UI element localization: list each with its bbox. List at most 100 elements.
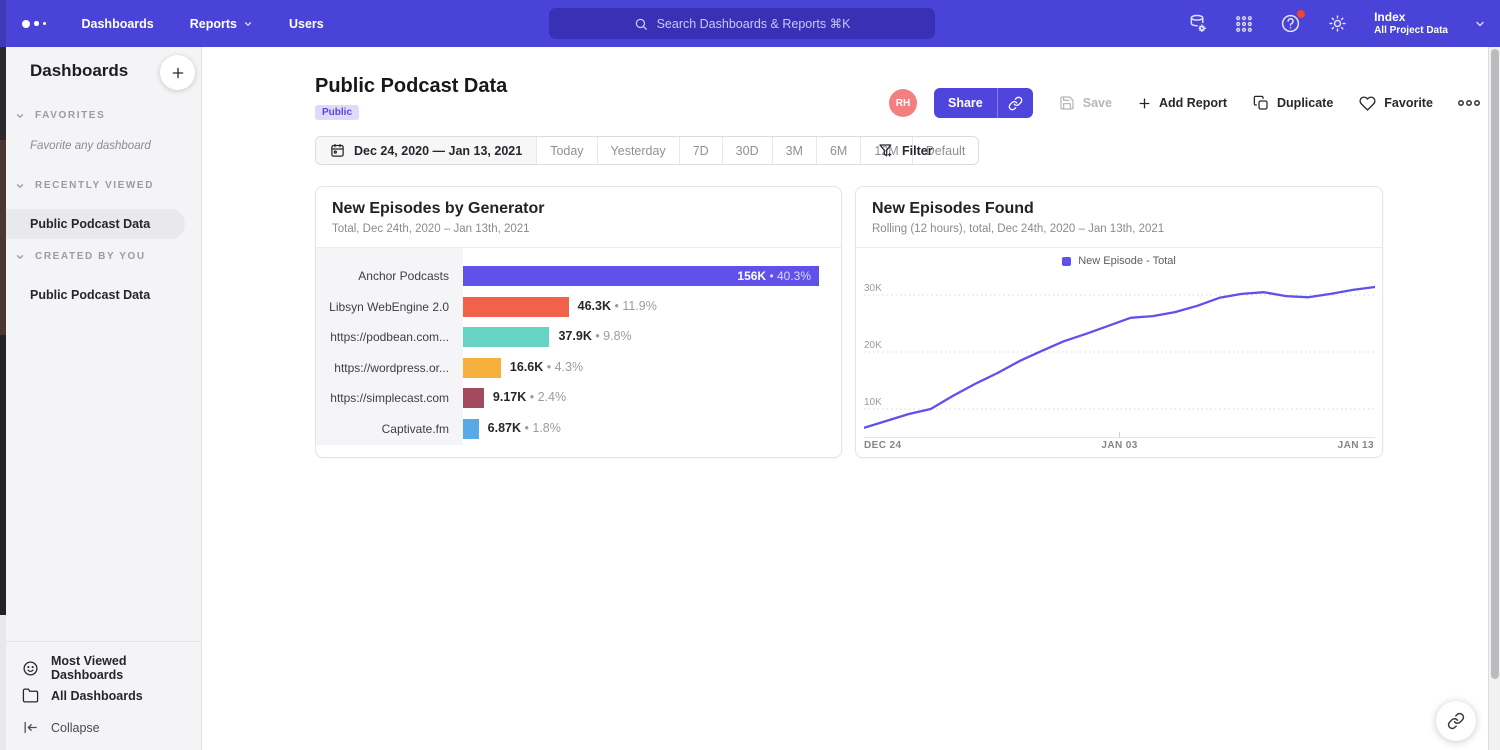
search-input[interactable]: Search Dashboards & Reports ⌘K (549, 8, 935, 39)
nav-item-users[interactable]: Users (289, 17, 324, 31)
bar-value-label: 37.9K • 9.8% (558, 329, 631, 343)
collapse-left-icon (22, 719, 39, 736)
legend-label: New Episode - Total (1078, 255, 1176, 267)
bar-fill[interactable] (463, 388, 484, 408)
bar-category-label: https://wordpress.or... (316, 361, 463, 375)
line-series[interactable] (864, 287, 1375, 428)
bar-row: https://wordpress.or... 16.6K • 4.3% (316, 353, 819, 384)
bar-track: 9.17K • 2.4% (463, 388, 819, 408)
preset-yesterday[interactable]: Yesterday (598, 137, 680, 164)
bar-fill[interactable] (463, 327, 549, 347)
bar-chart-header: New Episodes by Generator Total, Dec 24t… (316, 187, 841, 248)
line-chart-body: New Episode - Total 10K 20K 30K DEC 24 JAN… (856, 248, 1382, 457)
help-icon[interactable] (1280, 13, 1301, 34)
preset-7d[interactable]: 7D (680, 137, 723, 164)
floating-share-link-button[interactable] (1436, 701, 1476, 741)
bar-fill[interactable] (463, 358, 501, 378)
line-chart-card: New Episodes Found Rolling (12 hours), t… (855, 186, 1383, 458)
bar-fill[interactable] (463, 297, 569, 317)
bar-row: Libsyn WebEngine 2.046.3K • 11.9% (316, 292, 819, 323)
bar-track: 37.9K • 9.8% (463, 327, 819, 347)
sidebar: Dashboards FAVORITES Favorite any dashbo… (6, 47, 202, 750)
calendar-icon (330, 143, 345, 158)
new-dashboard-button[interactable] (160, 55, 195, 90)
bar-fill[interactable]: 156K • 40.3% (463, 266, 819, 286)
y-tick-label: 20K (864, 340, 882, 351)
project-name: Index (1374, 10, 1448, 25)
save-icon (1059, 95, 1075, 111)
link-icon (1008, 96, 1023, 111)
vertical-scrollbar (1488, 47, 1500, 750)
duplicate-button[interactable]: Duplicate (1253, 95, 1333, 111)
nav-item-dashboards[interactable]: Dashboards (82, 17, 154, 31)
all-dashboards-button[interactable]: All Dashboards (22, 687, 143, 704)
sidebar-section-favorites[interactable]: FAVORITES (6, 110, 105, 121)
sidebar-divider (6, 641, 201, 642)
bar-category-label: Captivate.fm (316, 422, 463, 436)
favorites-empty-hint: Favorite any dashboard (30, 140, 151, 152)
more-options-button[interactable] (1457, 98, 1481, 108)
main-content: Public Podcast Data Public Dec 24, 2020 … (203, 47, 1488, 750)
bar-row: Captivate.fm 6.87K • 1.8% (316, 414, 819, 445)
sidebar-item-public-podcast-data[interactable]: Public Podcast Data (6, 209, 185, 239)
sidebar-item-public-podcast-data-created[interactable]: Public Podcast Data (6, 280, 185, 310)
add-report-button[interactable]: Add Report (1138, 96, 1227, 110)
search-placeholder: Search Dashboards & Reports ⌘K (657, 16, 851, 31)
bar-row: https://podbean.com...37.9K • 9.8% (316, 322, 819, 353)
y-tick-label: 30K (864, 283, 882, 294)
bar-fill[interactable] (463, 419, 479, 439)
copy-icon (1253, 95, 1269, 111)
action-bar: RH Share Save Add Report Duplicate Favor… (889, 88, 1481, 118)
x-tick: DEC 24 (864, 440, 901, 451)
search-icon (634, 17, 648, 31)
preset-30d[interactable]: 30D (723, 137, 773, 164)
bar-track: 156K • 40.3% (463, 266, 819, 286)
nav-item-reports[interactable]: Reports (190, 17, 253, 31)
chart-legend: New Episode - Total (856, 255, 1382, 267)
favorite-button[interactable]: Favorite (1359, 95, 1433, 112)
notification-badge (1297, 10, 1305, 18)
y-tick-label: 10K (864, 397, 882, 408)
chevron-down-icon (15, 111, 25, 121)
bar-track: 46.3K • 11.9% (463, 297, 819, 317)
line-plot: 10K 20K 30K (864, 278, 1375, 440)
sidebar-title: Dashboards (30, 61, 128, 81)
preset-6m[interactable]: 6M (817, 137, 861, 164)
share-link-button[interactable] (997, 88, 1033, 118)
legend-swatch (1062, 257, 1071, 266)
bar-value-label: 6.87K • 1.8% (488, 421, 561, 435)
folder-icon (22, 687, 39, 704)
settings-gear-icon[interactable] (1327, 13, 1348, 34)
apps-grid-icon[interactable] (1234, 14, 1254, 34)
scrollbar-thumb[interactable] (1491, 49, 1499, 679)
data-sources-icon[interactable] (1187, 13, 1208, 34)
share-button[interactable]: Share (934, 88, 997, 118)
bar-track: 6.87K • 1.8% (463, 419, 819, 439)
chevron-down-icon (243, 19, 253, 29)
avatar[interactable]: RH (889, 89, 917, 117)
date-range-button[interactable]: Dec 24, 2020 — Jan 13, 2021 (316, 137, 537, 164)
x-tick: JAN 13 (1338, 440, 1374, 451)
chevron-down-icon (15, 252, 25, 262)
collapse-sidebar-button[interactable]: Collapse (22, 719, 100, 736)
preset-3m[interactable]: 3M (773, 137, 817, 164)
sidebar-section-created-by-you[interactable]: CREATED BY YOU (6, 251, 146, 262)
preset-today[interactable]: Today (537, 137, 597, 164)
x-tick: JAN 03 (1101, 440, 1137, 451)
sidebar-section-recently-viewed[interactable]: RECENTLY VIEWED (6, 180, 154, 191)
bar-category-label: Anchor Podcasts (316, 269, 463, 283)
chevron-down-icon[interactable] (1474, 18, 1486, 30)
bar-value-label: 9.17K • 2.4% (493, 390, 566, 404)
chevron-down-icon (15, 181, 25, 191)
app-logo[interactable] (22, 20, 46, 28)
bar-value-label: 16.6K • 4.3% (510, 360, 583, 374)
heart-icon (1359, 95, 1376, 112)
most-viewed-dashboards-button[interactable]: Most Viewed Dashboards (22, 654, 201, 682)
project-switcher[interactable]: Index All Project Data (1374, 10, 1448, 38)
bar-chart-title: New Episodes by Generator (332, 200, 825, 218)
screen-edge-artifact (0, 0, 6, 750)
filter-button[interactable]: Filter (878, 136, 933, 165)
visibility-badge: Public (315, 105, 359, 120)
save-button[interactable]: Save (1059, 95, 1112, 111)
bar-track: 16.6K • 4.3% (463, 358, 819, 378)
